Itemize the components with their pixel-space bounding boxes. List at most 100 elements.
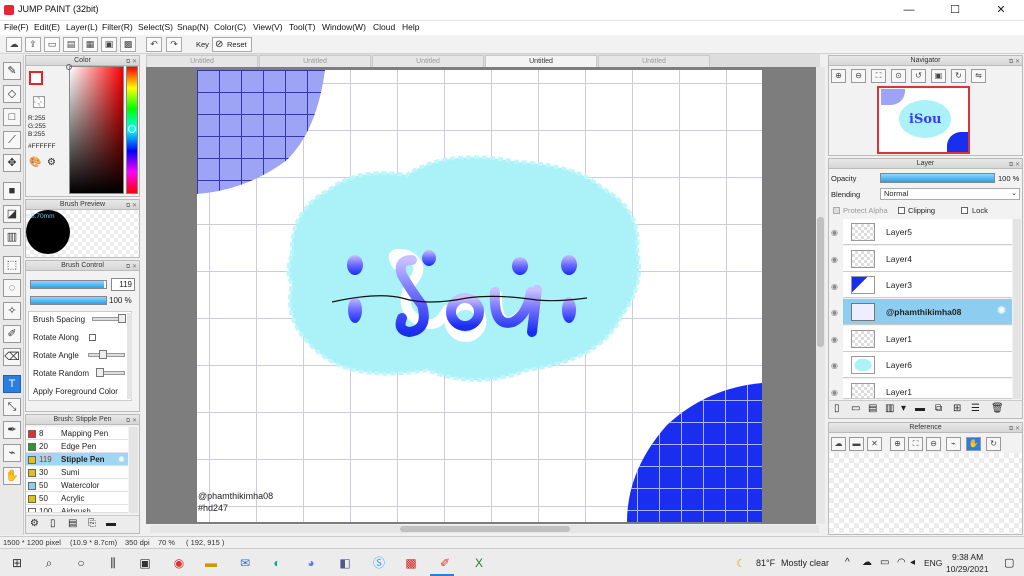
layer-list-scrollbar[interactable]	[1013, 219, 1021, 399]
visibility-toggle-icon[interactable]: ◉	[831, 335, 841, 345]
upload-icon[interactable]: ⇪	[25, 37, 41, 52]
brush-item[interactable]: 50 Acrylic	[26, 492, 128, 505]
rotate-right-icon[interactable]: ↻	[951, 69, 966, 83]
protect-alpha-checkbox[interactable]	[833, 207, 840, 214]
line-tool-icon[interactable]: ⟋	[3, 131, 21, 149]
reference-rotate-icon[interactable]: ↻	[986, 437, 1001, 451]
brush-copy-icon[interactable]: ⎘	[88, 518, 96, 529]
task-view-icon[interactable]: ○	[72, 554, 90, 572]
duplicate-layer-icon[interactable]: ⧉	[935, 403, 942, 414]
brush-spacing-thumb[interactable]	[118, 314, 126, 323]
transform-tool-icon[interactable]: ⤡	[3, 398, 21, 416]
discord-icon[interactable]: ◕	[302, 554, 320, 572]
windows-start-icon[interactable]: ⊞	[8, 554, 26, 572]
store-icon[interactable]: ▣	[136, 554, 154, 572]
ibis-paint-icon[interactable]: ▩	[402, 554, 420, 572]
move-tool-icon[interactable]: ✥	[3, 154, 21, 172]
brush-folder-icon[interactable]: ▬	[106, 518, 116, 529]
menu-file[interactable]: File(F)	[4, 22, 29, 32]
horizontal-scrollbar[interactable]	[150, 525, 819, 533]
layer-row[interactable]: Layer3	[843, 272, 1012, 298]
reference-open-icon[interactable]: ▬	[849, 437, 864, 451]
display-icon[interactable]: ▭	[880, 557, 889, 568]
menu-select[interactable]: Select(S)	[138, 22, 173, 32]
layer-settings-icon[interactable]: ☰	[971, 403, 980, 414]
brush-item[interactable]: 8 Mapping Pen	[26, 427, 128, 440]
lasso-icon[interactable]: ◌	[3, 279, 21, 297]
palette-icon[interactable]: 🎨	[29, 157, 41, 168]
brush-item[interactable]: 30 Sumi	[26, 466, 128, 479]
clipping-checkbox[interactable]	[898, 207, 905, 214]
brush-opacity-slider[interactable]	[30, 296, 107, 305]
blending-select[interactable]: Normal ⌄	[880, 188, 1020, 200]
layer-row[interactable]: Layer1	[843, 326, 1012, 352]
panel-controls-icon[interactable]: ⧉ ✕	[1009, 424, 1020, 434]
new-folder-icon[interactable]: ▬	[915, 403, 925, 414]
edge-icon[interactable]: ◐	[268, 554, 286, 572]
layer-menu-icon[interactable]: ▾	[901, 403, 906, 414]
chrome-icon[interactable]: ◉	[170, 554, 188, 572]
tab-untitled[interactable]: Untitled	[259, 55, 371, 67]
undo-button[interactable]: ↶	[146, 37, 162, 52]
gear-icon[interactable]: ✺	[118, 453, 125, 466]
mail-icon[interactable]: ✉	[236, 554, 254, 572]
brush-size-slider[interactable]	[30, 280, 107, 289]
panel-controls-icon[interactable]: ⧉ ✕	[126, 262, 137, 272]
zoom-in-icon[interactable]: ⊕	[831, 69, 846, 83]
tab-untitled[interactable]: Untitled	[372, 55, 484, 67]
excel-icon[interactable]: X	[470, 554, 488, 572]
menu-edit[interactable]: Edit(E)	[34, 22, 60, 32]
layer-opacity-slider[interactable]	[880, 173, 995, 183]
drawing-canvas[interactable]: @phamthikimha08 #hd247	[197, 70, 762, 522]
widgets-icon[interactable]: ⫼	[104, 554, 122, 572]
gradient-tool-icon[interactable]: ▥	[3, 228, 21, 246]
select-rect-icon[interactable]: ⬚	[3, 256, 21, 274]
rotate-random-thumb[interactable]	[96, 368, 104, 377]
eraser-tool-icon[interactable]: ◇	[3, 85, 21, 103]
brush-settings-icon[interactable]: ⚙	[30, 518, 39, 529]
layer-row[interactable]: Layer4	[843, 246, 1012, 272]
reference-hand-icon[interactable]: ✋	[966, 437, 981, 451]
magic-wand-icon[interactable]: ✧	[3, 302, 21, 320]
zoom-out-icon[interactable]: ⊖	[851, 69, 866, 83]
export-icon[interactable]: ▣	[101, 37, 117, 52]
flip-icon[interactable]: ⇋	[971, 69, 986, 83]
rotate-left-icon[interactable]: ↺	[911, 69, 926, 83]
skype-icon[interactable]: Ⓢ	[370, 554, 388, 572]
input-language[interactable]: ENG	[924, 558, 942, 568]
sv-cursor[interactable]	[66, 64, 72, 70]
reset-button[interactable]: ⊘ Reset	[212, 37, 252, 52]
tab-untitled[interactable]: Untitled	[146, 55, 258, 67]
gear-icon[interactable]: ✺	[997, 304, 1006, 317]
new-layer-icon[interactable]: ▯	[834, 403, 840, 414]
brush-size-field[interactable]: 119	[111, 278, 135, 291]
volume-icon[interactable]: ◂	[910, 557, 915, 568]
foreground-color-swatch[interactable]	[29, 71, 43, 85]
fill-rect-tool-icon[interactable]: ■	[3, 182, 21, 200]
panel-controls-icon[interactable]: ⧉ ✕	[1009, 57, 1020, 67]
file-explorer-icon[interactable]: ▬	[202, 554, 220, 572]
brush-item-selected[interactable]: 119 Stipple Pen ✺	[26, 453, 128, 466]
cloud-icon[interactable]: ☁	[6, 37, 22, 52]
teams-icon[interactable]: ◧	[336, 554, 354, 572]
reference-canvas[interactable]	[829, 453, 1022, 534]
bucket-tool-icon[interactable]: ◪	[3, 205, 21, 223]
rectangle-tool-icon[interactable]: □	[3, 108, 21, 126]
panel-controls-icon[interactable]: ⧉ ✕	[1009, 160, 1020, 170]
brush-tool-icon[interactable]: ✎	[3, 62, 21, 80]
reference-fit-icon[interactable]: ⛶	[908, 437, 923, 451]
hue-cursor[interactable]	[128, 125, 136, 133]
reference-eyedropper-icon[interactable]: ⌁	[946, 437, 961, 451]
merge-layer-icon[interactable]: ⊞	[953, 403, 961, 414]
vertical-scrollbar[interactable]	[816, 67, 825, 524]
visibility-toggle-icon[interactable]: ◉	[831, 228, 841, 238]
weather-text[interactable]: Mostly clear	[781, 558, 829, 568]
pen-tool-icon[interactable]: ✒	[3, 421, 21, 439]
reference-zoom-out-icon[interactable]: ⊖	[926, 437, 941, 451]
layer-row[interactable]: Layer1	[843, 379, 1012, 399]
reference-close-icon[interactable]: ✕	[867, 437, 882, 451]
lock-checkbox[interactable]	[961, 207, 968, 214]
background-color-swatch[interactable]	[33, 96, 45, 108]
fit-icon[interactable]: ⛶	[871, 69, 886, 83]
visibility-toggle-icon[interactable]: ◉	[831, 361, 841, 371]
